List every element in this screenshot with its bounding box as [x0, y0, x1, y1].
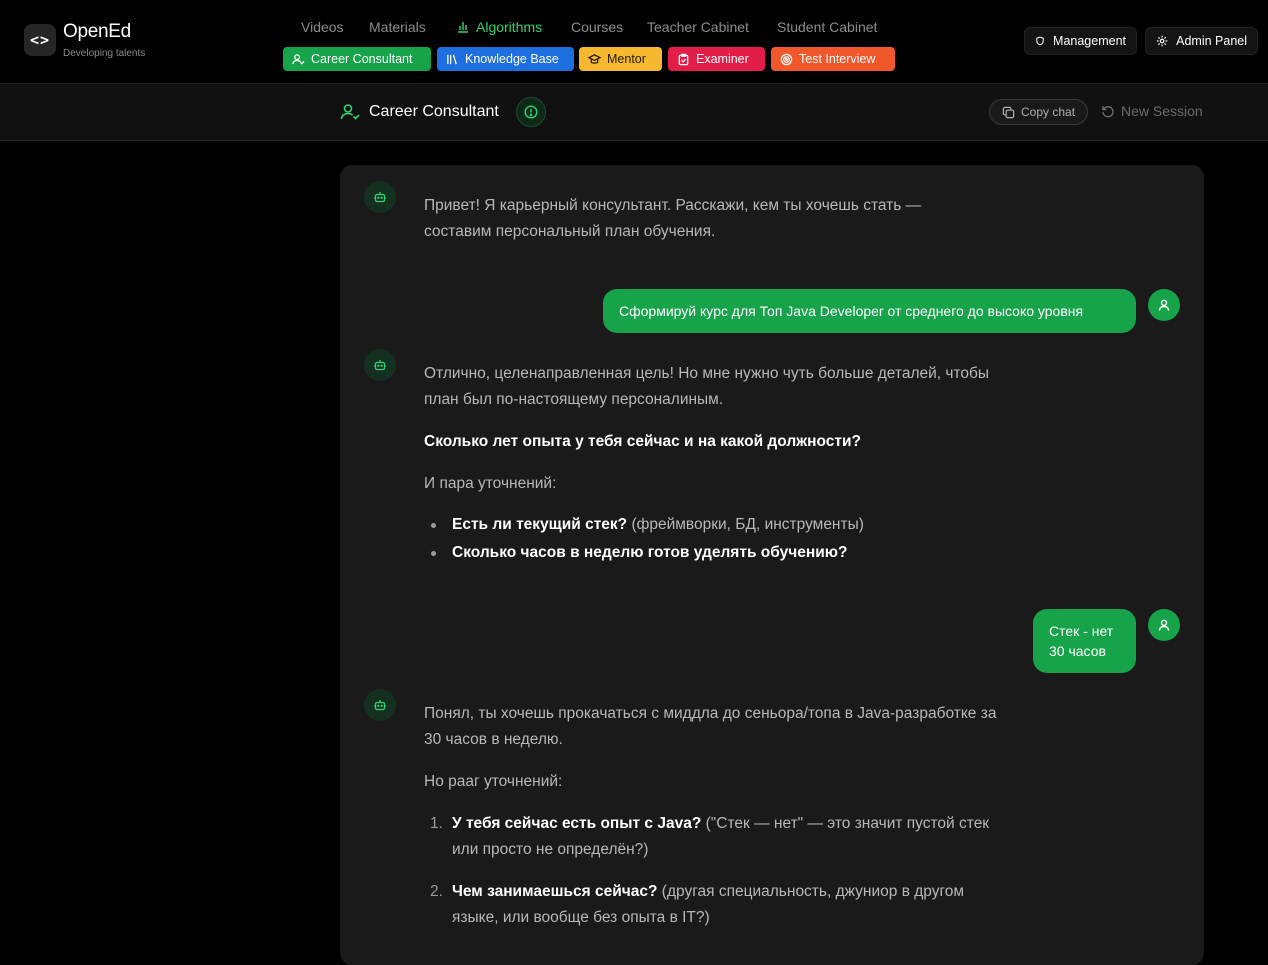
top-navbar: <> OpenEd Developing talents Videos Mate…: [0, 0, 1268, 84]
app-name[interactable]: OpenEd: [63, 21, 131, 43]
message-text: Отлично, целенаправленная цель! Но мне н…: [424, 365, 990, 408]
bot-message: Привет! Я карьерный консультант. Расскаж…: [424, 193, 984, 245]
bot-icon: [374, 360, 386, 371]
pill-label: Mentor: [607, 52, 646, 66]
nav-algorithms-label: Algorithms: [476, 19, 543, 35]
bot-message: Понял, ты хочешь прокачаться с миддла до…: [424, 701, 1004, 931]
info-circle-icon: [524, 105, 538, 119]
nav-algorithms[interactable]: Algorithms: [456, 19, 542, 35]
admin-panel-button[interactable]: Admin Panel: [1145, 27, 1258, 55]
new-session-label: New Session: [1121, 103, 1203, 119]
pill-knowledge-base[interactable]: Knowledge Base: [437, 47, 574, 71]
message-text: Понял, ты хочешь прокачаться с миддла до…: [424, 705, 997, 748]
bot-avatar: [364, 349, 396, 381]
bot-message: Отлично, целенаправленная цель! Но мне н…: [424, 361, 999, 567]
nav-teacher-cabinet[interactable]: Teacher Cabinet: [647, 19, 749, 35]
pill-label: Career Consultant: [311, 52, 413, 66]
user-icon: [1158, 299, 1170, 311]
copy-icon: [1002, 106, 1015, 118]
user-message: Стек - нет 30 часов: [1033, 609, 1136, 673]
user-avatar: [1148, 289, 1180, 321]
nav-videos[interactable]: Videos: [301, 19, 344, 35]
bot-icon: [374, 192, 386, 203]
copy-chat-label: Copy chat: [1021, 105, 1076, 119]
user-avatar: [1148, 609, 1180, 641]
bot-icon: [374, 700, 386, 711]
user-check-icon: [292, 53, 305, 65]
new-session-button[interactable]: New Session: [1101, 103, 1203, 119]
pill-examiner[interactable]: Examiner: [668, 47, 765, 71]
logo-mark[interactable]: <>: [24, 24, 56, 56]
library-icon: [447, 54, 457, 64]
target-icon: [780, 53, 793, 65]
message-text: Но рааг уточнений:: [424, 773, 563, 790]
list-item: Сколько часов в неделю готов уделять обу…: [424, 539, 999, 567]
message-text: Привет! Я карьерный консультант. Расскаж…: [424, 197, 922, 240]
shield-icon: [1036, 36, 1044, 46]
graduation-cap-icon: [588, 53, 601, 64]
list-item: 2. Чем занимаешься сейчас? (другая специа…: [430, 883, 965, 926]
user-message: Сформируй курс для Топ Java Developer от…: [603, 289, 1136, 333]
list-item: Есть ли текущий стек? (фреймворки, БД, и…: [424, 511, 999, 539]
pill-career-consultant[interactable]: Career Consultant: [283, 47, 431, 71]
nav-courses[interactable]: Courses: [571, 19, 623, 35]
pill-label: Knowledge Base: [465, 52, 559, 66]
management-button[interactable]: Management: [1024, 27, 1137, 55]
pill-label: Test Interview: [799, 52, 876, 66]
nav-materials[interactable]: Materials: [369, 19, 426, 35]
message-line: Стек - нет: [1049, 623, 1114, 639]
info-button[interactable]: [515, 97, 546, 127]
pill-label: Examiner: [696, 52, 749, 66]
bullet-list: Есть ли текущий стек? (фреймворки, БД, и…: [424, 511, 999, 567]
page-title: Career Consultant: [369, 103, 499, 120]
code-icon: <>: [29, 31, 51, 49]
chat-panel: Привет! Я карьерный консультант. Расскаж…: [340, 165, 1204, 965]
rotate-ccw-icon: [1102, 106, 1114, 118]
copy-chat-button[interactable]: Copy chat: [989, 99, 1089, 125]
management-label: Management: [1053, 34, 1126, 48]
gear-icon: [1156, 35, 1168, 47]
list-item: 1. У тебя сейчас есть опыт с Java? ("Стек…: [430, 815, 990, 858]
chat-title-group: Career Consultant: [340, 84, 546, 140]
bot-avatar: [364, 181, 396, 213]
message-text: И пара уточнений:: [424, 475, 557, 492]
message-text: Сформируй курс для Топ Java Developer от…: [619, 303, 1084, 319]
message-line: 30 часов: [1049, 643, 1106, 659]
app-tagline: Developing talents: [63, 48, 146, 59]
user-check-icon: [340, 104, 360, 120]
clipboard-check-icon: [678, 53, 689, 65]
nav-student-cabinet[interactable]: Student Cabinet: [777, 19, 877, 35]
message-question: Сколько лет опыта у тебя сейчас и на как…: [424, 433, 861, 450]
pill-test-interview[interactable]: Test Interview: [771, 47, 895, 71]
bar-chart-icon: [458, 22, 468, 33]
user-icon: [1158, 619, 1170, 631]
pill-mentor[interactable]: Mentor: [579, 47, 662, 71]
numbered-list: 1. У тебя сейчас есть опыт с Java? ("Стек…: [424, 811, 1004, 931]
bot-avatar: [364, 689, 396, 721]
admin-panel-label: Admin Panel: [1176, 34, 1247, 48]
